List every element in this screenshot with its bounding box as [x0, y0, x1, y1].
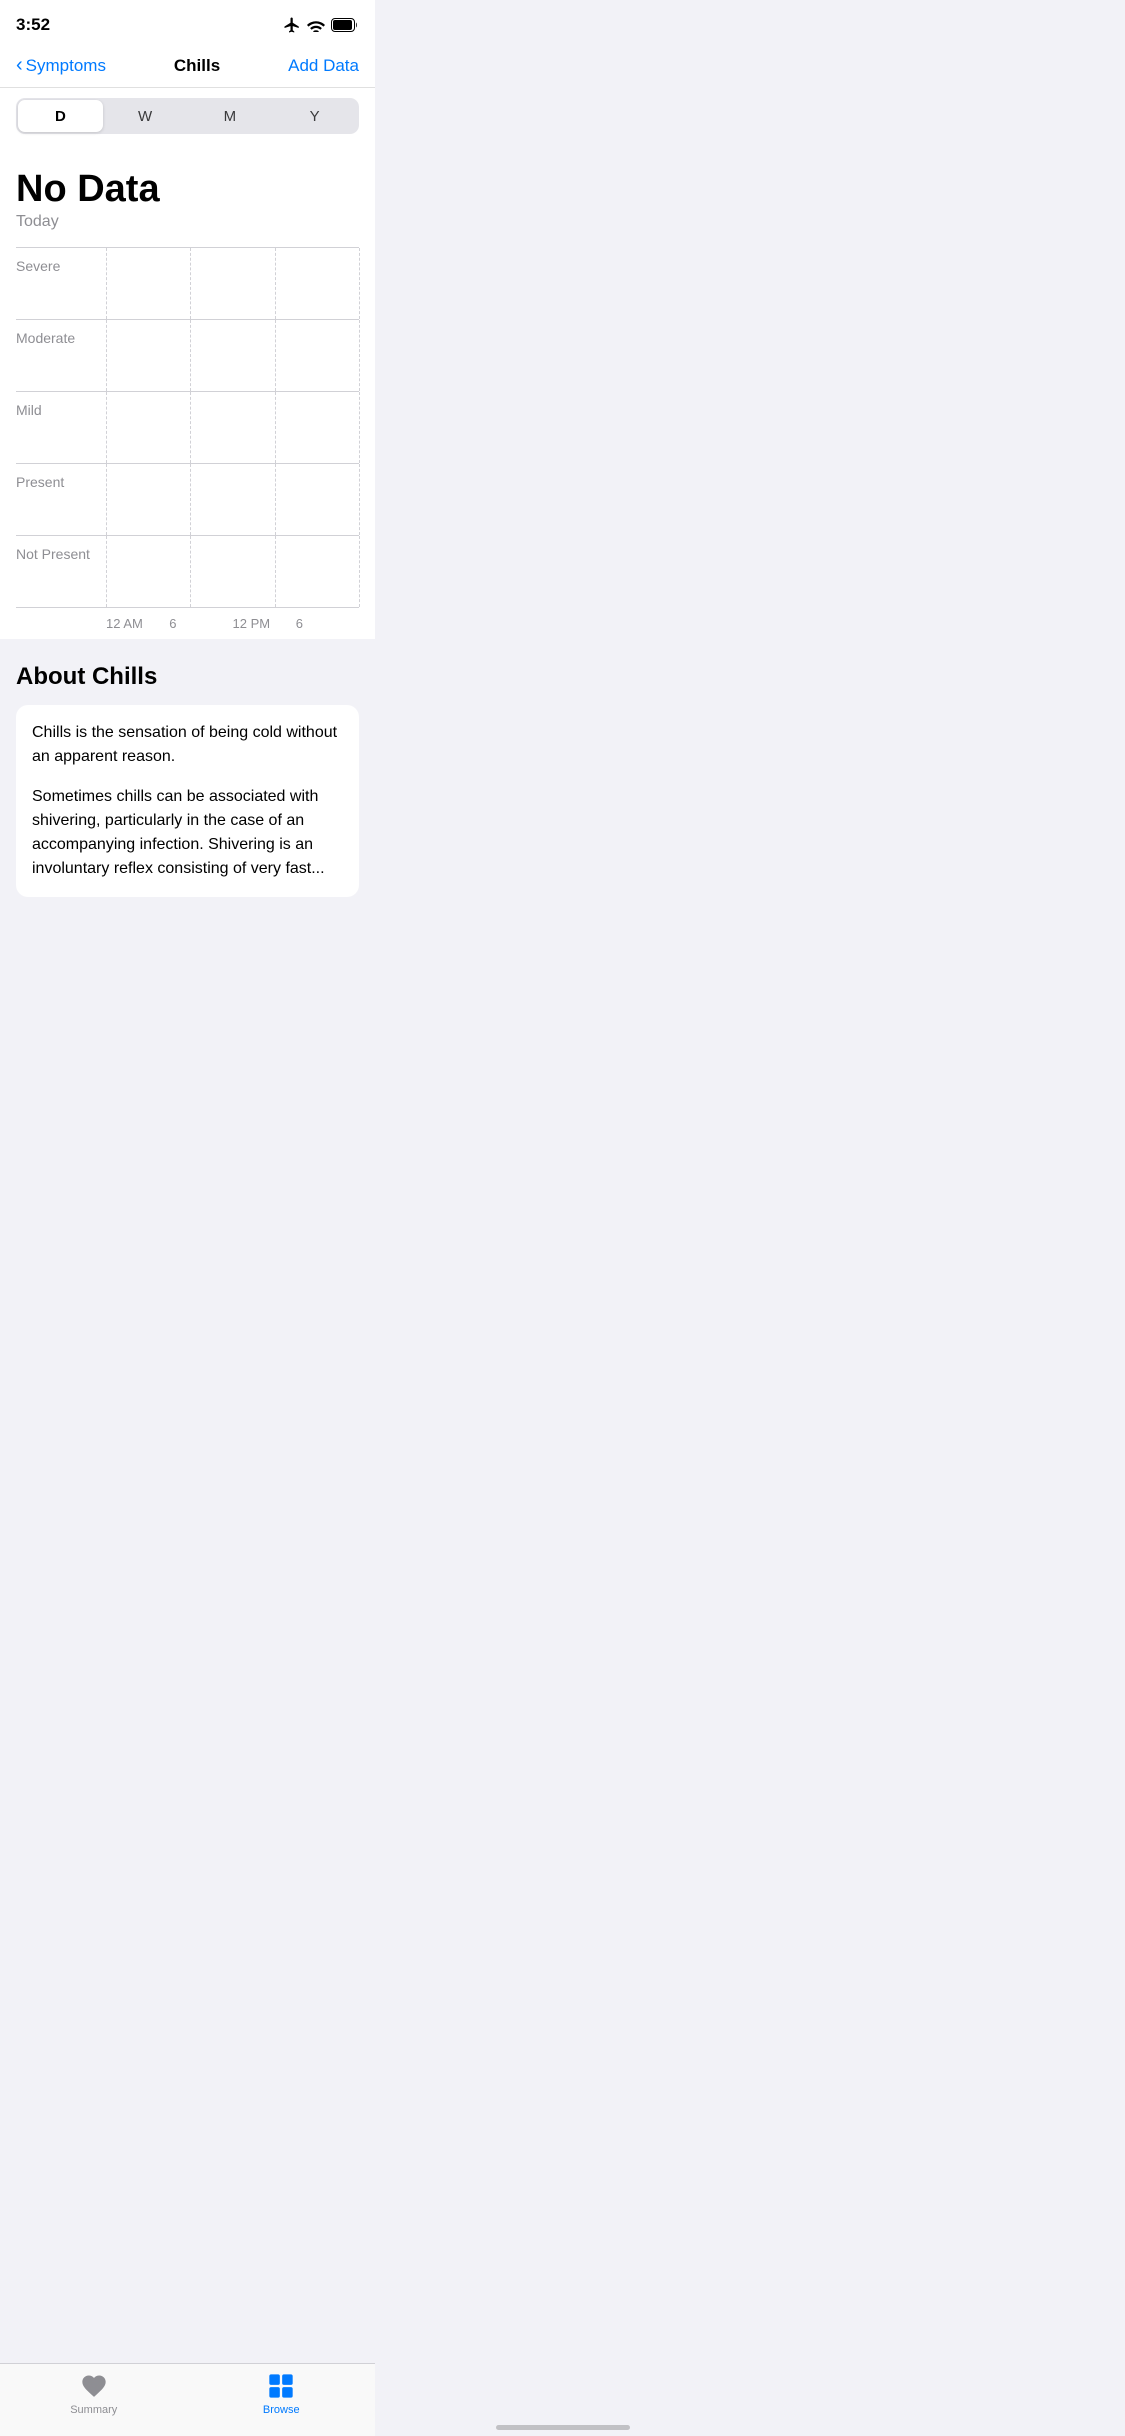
chart-grid: Severe Moderate Mild: [16, 247, 359, 639]
grid-line-4: [359, 392, 360, 463]
grid-line-1: [106, 248, 107, 319]
tab-summary[interactable]: Summary: [0, 2372, 188, 2416]
heart-icon: [80, 2372, 108, 2400]
chart-label-severe: Severe: [16, 248, 106, 274]
chart-section: No Data Today Severe Moderate Mil: [0, 148, 375, 639]
home-indicator: [496, 2425, 630, 2430]
grid-line-2: [190, 248, 191, 319]
nav-bar: ‹ Symptoms Chills Add Data: [0, 44, 375, 88]
grid-line-2: [190, 464, 191, 535]
grid-line-1: [106, 392, 107, 463]
chart-row-present: Present: [16, 464, 359, 536]
no-data-title: No Data: [16, 168, 359, 211]
segment-control: D W M Y: [16, 98, 359, 134]
back-chevron-icon: ‹: [16, 54, 23, 77]
chart-area-present: [106, 464, 359, 535]
chart-row-severe: Severe: [16, 248, 359, 320]
chart-label-not-present: Not Present: [16, 536, 106, 562]
segment-item-w[interactable]: W: [103, 100, 188, 132]
page-title: Chills: [174, 56, 220, 76]
grid-line-3: [275, 248, 276, 319]
period-label: Today: [16, 213, 359, 231]
chart-area-moderate: [106, 320, 359, 391]
status-icons: [283, 16, 359, 34]
grid-line-3: [275, 320, 276, 391]
chart-area-mild: [106, 392, 359, 463]
segment-item-y[interactable]: Y: [272, 100, 357, 132]
grid-line-2: [190, 320, 191, 391]
grid-line-2: [190, 536, 191, 607]
chart-row-moderate: Moderate: [16, 320, 359, 392]
about-section: About Chills Chills is the sensation of …: [0, 639, 375, 913]
battery-icon: [331, 18, 359, 32]
tab-bar: Summary Browse: [0, 2363, 375, 2436]
wifi-icon: [307, 18, 325, 32]
grid-line-4: [359, 464, 360, 535]
add-data-button[interactable]: Add Data: [288, 56, 359, 76]
grid-line-3: [275, 536, 276, 607]
about-paragraph-2: Sometimes chills can be associated with …: [32, 785, 343, 881]
grid-line-1: [106, 320, 107, 391]
grid-line-1: [106, 536, 107, 607]
chart-time-labels: 12 AM 6 12 PM 6: [106, 608, 359, 639]
chart-area-severe: [106, 248, 359, 319]
airplane-icon: [283, 16, 301, 34]
grid-line-4: [359, 248, 360, 319]
grid-line-4: [359, 320, 360, 391]
about-card: Chills is the sensation of being cold wi…: [16, 705, 359, 897]
browse-icon: [267, 2372, 295, 2400]
tab-browse[interactable]: Browse: [188, 2372, 376, 2416]
chart-label-moderate: Moderate: [16, 320, 106, 346]
time-label-12pm: 12 PM: [233, 616, 296, 631]
grid-line-3: [275, 464, 276, 535]
grid-line-3: [275, 392, 276, 463]
segment-control-container: D W M Y: [0, 88, 375, 148]
segment-item-d[interactable]: D: [18, 100, 103, 132]
status-time: 3:52: [16, 15, 50, 35]
back-label: Symptoms: [26, 56, 106, 76]
tab-browse-label: Browse: [263, 2404, 300, 2416]
segment-item-m[interactable]: M: [188, 100, 273, 132]
grid-line-1: [106, 464, 107, 535]
chart-row-mild: Mild: [16, 392, 359, 464]
time-label-6am: 6: [169, 616, 232, 631]
status-bar: 3:52: [0, 0, 375, 44]
back-button[interactable]: ‹ Symptoms: [16, 54, 106, 77]
chart-label-mild: Mild: [16, 392, 106, 418]
chart-row-not-present: Not Present: [16, 536, 359, 608]
grid-line-2: [190, 392, 191, 463]
chart-label-present: Present: [16, 464, 106, 490]
chart-area-not-present: [106, 536, 359, 607]
grid-line-4: [359, 536, 360, 607]
time-label-6pm: 6: [296, 616, 359, 631]
about-title: About Chills: [16, 663, 359, 691]
time-label-12am: 12 AM: [106, 616, 169, 631]
tab-summary-label: Summary: [70, 2404, 117, 2416]
about-paragraph-1: Chills is the sensation of being cold wi…: [32, 721, 343, 769]
